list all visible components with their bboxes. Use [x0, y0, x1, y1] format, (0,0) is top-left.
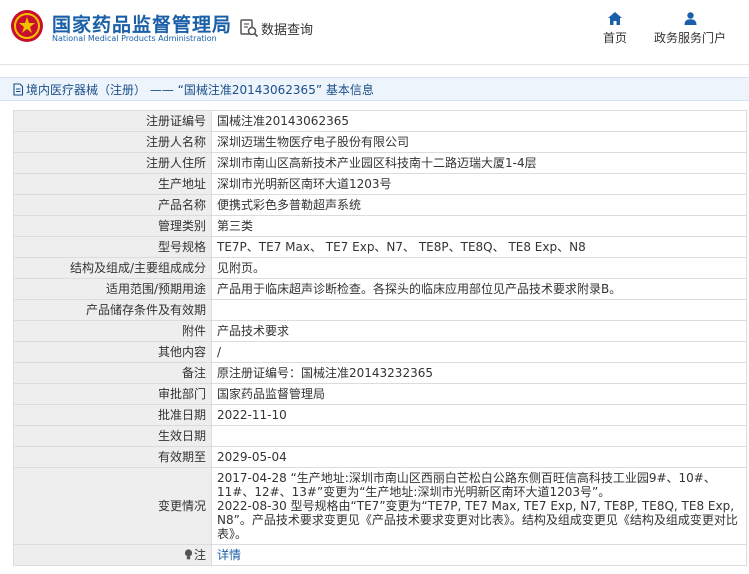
row-label: 注册人住所	[13, 152, 212, 174]
table-row: 生效日期	[13, 425, 747, 447]
row-label: 批准日期	[13, 404, 212, 426]
row-value: 2022-11-10	[211, 404, 747, 426]
row-value: 便携式彩色多普勒超声系统	[211, 194, 747, 216]
device-info-table: 注册证编号 国械注准20143062365 注册人名称 深圳迈瑞生物医疗电子股份有限…	[13, 110, 747, 566]
row-label: 管理类别	[13, 215, 212, 237]
table-row: 备注 原注册证编号：国械注准20143232365	[13, 362, 747, 384]
row-label: 生产地址	[13, 173, 212, 195]
national-emblem-icon	[11, 10, 43, 42]
row-value: /	[211, 341, 747, 363]
table-row: 注册人名称 深圳迈瑞生物医疗电子股份有限公司	[13, 131, 747, 153]
row-label: 生效日期	[13, 425, 212, 447]
table-row: 产品名称 便携式彩色多普勒超声系统	[13, 194, 747, 216]
row-value: 第三类	[211, 215, 747, 237]
row-value	[211, 425, 747, 447]
breadcrumb-text: 境内医疗器械（注册） —— “国械注准20143062365” 基本信息	[26, 82, 374, 97]
note-label-cell: 注	[13, 544, 212, 566]
table-row: 附件 产品技术要求	[13, 320, 747, 342]
changes-value: 2017-04-28 “生产地址:深圳市南山区西丽白芒松白公路东侧百旺信高科技工…	[211, 467, 747, 545]
table-row: 注册人住所 深圳市南山区高新技术产业园区科技南十二路迈瑞大厦1-4层	[13, 152, 747, 174]
row-value: 产品技术要求	[211, 320, 747, 342]
table-row: 批准日期 2022-11-10	[13, 404, 747, 426]
row-value: 深圳市南山区高新技术产业园区科技南十二路迈瑞大厦1-4层	[211, 152, 747, 174]
changes-label: 变更情况	[13, 467, 212, 545]
search-document-icon	[240, 19, 259, 38]
nav-service-label: 政务服务门户	[653, 31, 726, 45]
table-row: 产品储存条件及有效期	[13, 299, 747, 321]
breadcrumb: 境内医疗器械（注册） —— “国械注准20143062365” 基本信息	[0, 77, 749, 101]
data-query-link[interactable]: 数据查询	[239, 17, 313, 39]
row-label: 注册人名称	[13, 131, 212, 153]
row-value: TE7P、TE7 Max、 TE7 Exp、N7、 TE8P、TE8Q、 TE8…	[211, 236, 747, 258]
row-value: 国家药品监督管理局	[211, 383, 747, 405]
row-label: 产品储存条件及有效期	[13, 299, 212, 321]
row-value: 深圳市光明新区南环大道1203号	[211, 173, 747, 195]
table-row: 审批部门 国家药品监督管理局	[13, 383, 747, 405]
lightbulb-icon	[184, 548, 193, 559]
site-header: 国家药品监督管理局 National Medical Products Admi…	[0, 0, 749, 62]
table-row: 注册证编号 国械注准20143062365	[13, 110, 747, 132]
row-value: 2029-05-04	[211, 446, 747, 468]
change-entry: 2022-08-30 型号规格由“TE7”变更为“TE7P, TE7 Max, …	[217, 499, 738, 541]
table-row: 结构及组成/主要组成成分 见附页。	[13, 257, 747, 279]
row-value	[211, 299, 747, 321]
row-value: 见附页。	[211, 257, 747, 279]
details-link[interactable]: 详情	[217, 548, 241, 562]
site-name-en: National Medical Products Administration	[52, 34, 217, 43]
row-value: 深圳迈瑞生物医疗电子股份有限公司	[211, 131, 747, 153]
row-label: 产品名称	[13, 194, 212, 216]
table-row: 其他内容 /	[13, 341, 747, 363]
user-icon	[684, 12, 696, 25]
row-label: 审批部门	[13, 383, 212, 405]
row-label: 其他内容	[13, 341, 212, 363]
row-label: 结构及组成/主要组成成分	[13, 257, 212, 279]
note-label: 注	[193, 547, 206, 562]
row-value: 原注册证编号：国械注准20143232365	[211, 362, 747, 384]
row-label: 附件	[13, 320, 212, 342]
change-entry: 2017-04-28 “生产地址:深圳市南山区西丽白芒松白公路东侧百旺信高科技工…	[217, 471, 716, 499]
row-label: 有效期至	[13, 446, 212, 468]
row-value: 产品用于临床超声诊断检查。各探头的临床应用部位见产品技术要求附录B。	[211, 278, 747, 300]
document-icon	[13, 82, 24, 96]
site-name-cn[interactable]: 国家药品监督管理局	[52, 10, 232, 37]
header-divider	[0, 64, 749, 65]
table-row-note: 注 详情	[13, 544, 747, 566]
row-value: 国械注准20143062365	[211, 110, 747, 132]
data-query-label: 数据查询	[261, 22, 314, 38]
table-row: 适用范围/预期用途 产品用于临床超声诊断检查。各探头的临床应用部位见产品技术要求附…	[13, 278, 747, 300]
table-row: 生产地址 深圳市光明新区南环大道1203号	[13, 173, 747, 195]
table-row: 型号规格 TE7P、TE7 Max、 TE7 Exp、N7、 TE8P、TE8Q、…	[13, 236, 747, 258]
table-row-changes: 变更情况 2017-04-28 “生产地址:深圳市南山区西丽白芒松白公路东侧百旺…	[13, 467, 747, 545]
nav-home[interactable]: 首页	[600, 12, 630, 46]
row-label: 型号规格	[13, 236, 212, 258]
row-label: 备注	[13, 362, 212, 384]
note-value: 详情	[211, 544, 747, 566]
nav-home-label: 首页	[602, 31, 627, 45]
nav-service-portal[interactable]: 政务服务门户	[652, 12, 728, 46]
table-row: 有效期至 2029-05-04	[13, 446, 747, 468]
row-label: 适用范围/预期用途	[13, 278, 212, 300]
row-label: 注册证编号	[13, 110, 212, 132]
home-icon	[608, 12, 622, 25]
table-row: 管理类别 第三类	[13, 215, 747, 237]
